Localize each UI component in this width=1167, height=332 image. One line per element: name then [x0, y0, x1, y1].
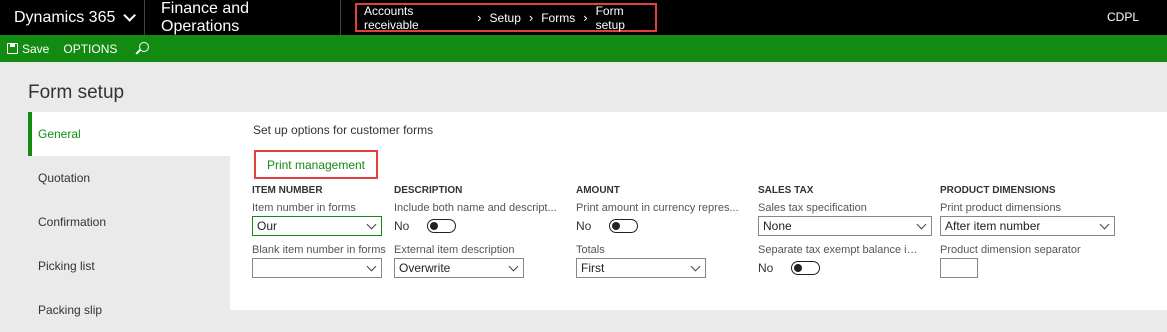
item-number-in-forms-select[interactable]: Our: [252, 216, 382, 236]
field-label: Totals: [576, 244, 605, 256]
chevron-down-icon: [916, 219, 927, 230]
search-icon[interactable]: [135, 41, 150, 56]
product-dimension-separator-input[interactable]: [940, 258, 978, 278]
chevron-right-icon: ›: [528, 10, 534, 25]
separate-tax-toggle[interactable]: [791, 261, 820, 275]
save-button[interactable]: Save: [0, 42, 49, 56]
breadcrumb-item[interactable]: Setup: [490, 11, 521, 25]
blank-item-number-select[interactable]: [252, 258, 382, 278]
chevron-right-icon: ›: [477, 10, 482, 25]
toggle-value: No: [576, 219, 592, 233]
chevron-down-icon: [508, 261, 519, 272]
group-heading: SALES TAX: [758, 185, 814, 196]
select-value: None: [763, 219, 792, 233]
company-picker[interactable]: CDPL: [1107, 10, 1139, 24]
options-button[interactable]: OPTIONS: [63, 42, 117, 56]
chevron-down-icon: [690, 261, 701, 272]
vertical-tabs: General Quotation Confirmation Picking l…: [28, 112, 230, 332]
chevron-down-icon: [366, 261, 377, 272]
tab-confirmation[interactable]: Confirmation: [28, 200, 230, 244]
tab-picking-list[interactable]: Picking list: [28, 244, 230, 288]
field-label: External item description: [394, 244, 515, 256]
sales-tax-group: SALES TAX Sales tax specification None S…: [758, 185, 932, 286]
print-product-dimensions-select[interactable]: After item number: [940, 216, 1115, 236]
tab-quotation[interactable]: Quotation: [28, 156, 230, 200]
totals-select[interactable]: First: [576, 258, 706, 278]
chevron-right-icon: ›: [583, 10, 588, 25]
select-value: After item number: [945, 219, 1041, 233]
app-switcher[interactable]: Dynamics 365: [0, 0, 145, 35]
select-value: Our: [257, 219, 278, 233]
field-label: Separate tax exempt balance in ...: [758, 244, 923, 256]
tab-general[interactable]: General: [28, 112, 230, 156]
print-currency-toggle[interactable]: [609, 219, 638, 233]
breadcrumb-item[interactable]: Form setup: [596, 4, 655, 32]
save-label: Save: [22, 41, 50, 56]
toggle-value: No: [758, 261, 774, 275]
field-label: Sales tax specification: [758, 202, 867, 214]
sales-tax-specification-select[interactable]: None: [758, 216, 932, 236]
tab-content-general: Set up options for customer forms Print …: [230, 112, 1167, 310]
external-item-description-select[interactable]: Overwrite: [394, 258, 524, 278]
action-pane: Save OPTIONS: [0, 35, 1167, 62]
intro-text: Set up options for customer forms: [253, 123, 434, 137]
field-label: Print amount in currency repres...: [576, 202, 739, 214]
breadcrumb-item[interactable]: Forms: [541, 11, 575, 25]
group-heading: PRODUCT DIMENSIONS: [940, 185, 1056, 196]
breadcrumb: Accounts receivable › Setup › Forms › Fo…: [355, 3, 657, 32]
chevron-down-icon: [1099, 219, 1110, 230]
module-title[interactable]: Finance and Operations: [145, 0, 341, 35]
select-value: Overwrite: [399, 261, 451, 275]
field-label: Product dimension separator: [940, 244, 1081, 256]
description-group: DESCRIPTION Include both name and descri…: [394, 185, 559, 286]
select-value: First: [581, 261, 605, 275]
amount-group: AMOUNT Print amount in currency repres..…: [576, 185, 741, 286]
product-dimensions-group: PRODUCT DIMENSIONS Print product dimensi…: [940, 185, 1120, 278]
include-both-toggle-row: No: [394, 216, 559, 236]
chevron-down-icon: [123, 9, 137, 22]
page-title: Form setup: [28, 82, 125, 103]
print-currency-toggle-row: No: [576, 216, 741, 236]
field-label: Include both name and descript...: [394, 202, 557, 214]
breadcrumb-item[interactable]: Accounts receivable: [364, 4, 469, 32]
tab-packing-slip[interactable]: Packing slip: [28, 288, 230, 332]
print-management-button[interactable]: Print management: [254, 150, 378, 179]
save-icon: [7, 43, 18, 54]
group-heading: DESCRIPTION: [394, 185, 463, 196]
top-nav-bar: Dynamics 365 Finance and Operations Acco…: [0, 0, 1167, 35]
field-label: Print product dimensions: [940, 202, 1062, 214]
group-heading: AMOUNT: [576, 185, 620, 196]
toggle-value: No: [394, 219, 410, 233]
separate-tax-toggle-row: No: [758, 258, 923, 278]
chevron-down-icon: [366, 219, 377, 230]
app-name: Dynamics 365: [14, 8, 116, 26]
include-both-toggle[interactable]: [427, 219, 456, 233]
